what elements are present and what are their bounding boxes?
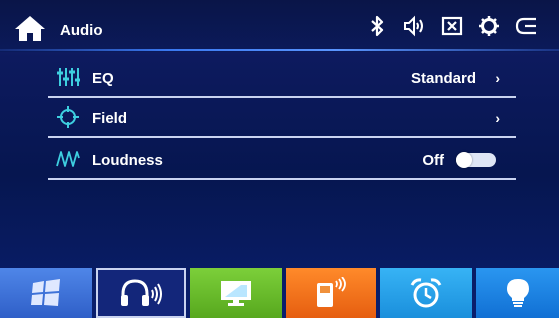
loudness-row[interactable]: Loudness Off bbox=[48, 140, 516, 180]
phone-tile[interactable] bbox=[286, 268, 376, 318]
light-tile[interactable] bbox=[476, 268, 559, 318]
audio-tile[interactable] bbox=[96, 268, 186, 318]
page-title: Audio bbox=[60, 22, 103, 39]
alarm-tile[interactable] bbox=[380, 268, 472, 318]
bluetooth-icon[interactable] bbox=[365, 14, 389, 38]
bulb-icon bbox=[506, 279, 529, 307]
eq-value: Standard bbox=[410, 70, 476, 87]
header-divider bbox=[0, 49, 559, 51]
field-row[interactable]: Field › bbox=[48, 98, 516, 138]
field-label: Field bbox=[92, 110, 128, 127]
loudness-value: Off bbox=[422, 152, 444, 169]
back-icon[interactable] bbox=[514, 14, 538, 38]
eq-row[interactable]: EQ Standard › bbox=[48, 58, 516, 98]
crosshair-icon bbox=[57, 106, 79, 128]
bottom-dock bbox=[0, 268, 559, 318]
chevron-right-icon: › bbox=[495, 70, 500, 86]
toggle-knob bbox=[456, 152, 472, 168]
monitor-icon bbox=[221, 281, 251, 306]
apps-tile[interactable] bbox=[0, 268, 92, 318]
volume-icon[interactable] bbox=[402, 14, 426, 38]
headphones-icon bbox=[121, 279, 162, 306]
settings-icon[interactable] bbox=[477, 14, 501, 38]
windows-icon bbox=[31, 279, 60, 306]
home-icon[interactable] bbox=[14, 14, 46, 42]
status-bar: Audio bbox=[0, 0, 559, 52]
close-box-icon[interactable] bbox=[440, 14, 464, 38]
chevron-right-icon: › bbox=[495, 110, 500, 126]
display-tile[interactable] bbox=[190, 268, 282, 318]
loudness-toggle[interactable] bbox=[456, 152, 496, 168]
phone-icon bbox=[317, 277, 346, 307]
alarm-clock-icon bbox=[410, 278, 442, 308]
loudness-label: Loudness bbox=[92, 152, 163, 169]
wave-icon bbox=[56, 151, 80, 167]
eq-label: EQ bbox=[92, 70, 114, 87]
equalizer-icon bbox=[57, 68, 80, 86]
